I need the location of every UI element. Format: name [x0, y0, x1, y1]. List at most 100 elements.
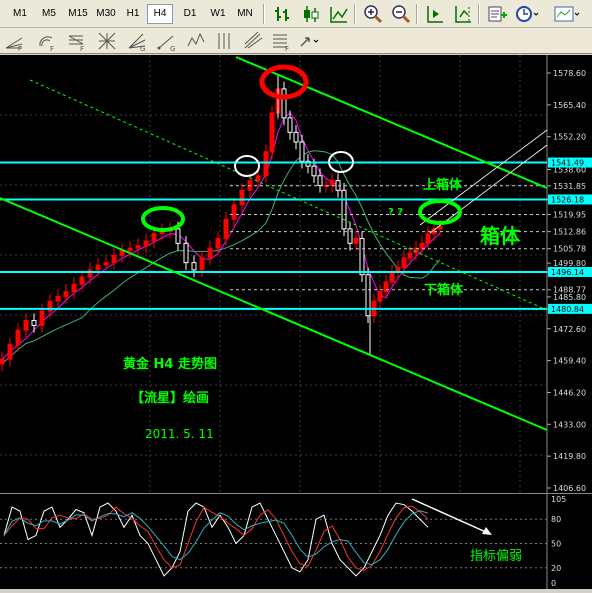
candle-body[interactable] [103, 262, 109, 266]
fibonacci-arcs-icon[interactable]: F [36, 30, 58, 53]
price-tick-label: 1485.80 [553, 293, 586, 302]
candle-body[interactable] [175, 228, 181, 244]
timeframe-m5[interactable]: M5 [34, 4, 64, 24]
candle-body[interactable] [0, 358, 5, 365]
candle-body[interactable] [231, 204, 237, 220]
zoom-out-icon[interactable] [390, 3, 412, 25]
chart-shift-icon[interactable] [452, 3, 474, 25]
candle-body[interactable] [127, 247, 133, 252]
candle-body[interactable] [71, 283, 77, 293]
candle-body[interactable] [223, 218, 229, 240]
candlestick-chart-icon[interactable] [300, 3, 322, 25]
price-level-tag-label: 1480.84 [551, 305, 584, 314]
price-tick-label: 1552.20 [553, 133, 586, 142]
candle-body[interactable] [347, 228, 353, 244]
candle-body[interactable] [55, 295, 61, 302]
timeframe-m15[interactable]: M15 [64, 4, 92, 24]
timeframe-mn[interactable]: MN [232, 4, 258, 24]
line-chart-icon[interactable] [328, 3, 350, 25]
candle-body[interactable] [425, 233, 431, 244]
oscillator-tick-label: 80 [551, 515, 561, 524]
candle-body[interactable] [183, 242, 189, 264]
timeframe-toolbar: M1 M5 M15 M30 H1 H4 D1 W1 MN [0, 0, 592, 28]
andrews-pitchfork-icon[interactable] [242, 30, 264, 52]
timeframe-h4[interactable]: H4 [147, 4, 173, 24]
price-tick-label: 1512.86 [553, 228, 586, 237]
price-tick-label: 1472.60 [553, 325, 586, 334]
candle-body[interactable] [299, 141, 305, 162]
cycle-lines-icon[interactable] [214, 30, 236, 52]
price-level-tag-label: 1541.49 [551, 159, 584, 168]
annotation-upper-box: 上箱体 [423, 177, 463, 193]
candle-body[interactable] [15, 329, 21, 346]
candle-body[interactable] [293, 131, 299, 143]
candle-body[interactable] [287, 117, 293, 133]
gann-fan-icon[interactable]: G [126, 30, 148, 53]
zoom-in-icon[interactable] [362, 3, 384, 25]
oscillator-tick-label: 0 [551, 579, 556, 588]
oscillator-tick-label: 105 [551, 495, 566, 504]
candle-body[interactable] [255, 175, 261, 182]
gann-line-icon[interactable]: G [156, 30, 178, 53]
candle-body[interactable] [269, 112, 275, 153]
candle-body[interactable] [263, 151, 269, 177]
candle-body[interactable] [143, 240, 149, 247]
candle-body[interactable] [401, 257, 407, 268]
candle-body[interactable] [191, 262, 197, 271]
candle-body[interactable] [39, 310, 45, 326]
candle-body[interactable] [359, 238, 365, 276]
fibonacci-expansion-icon[interactable]: F [66, 30, 88, 53]
price-tick-label: 1505.78 [553, 245, 586, 254]
candle-body[interactable] [377, 291, 383, 302]
fibonacci-retracement-icon[interactable]: F [270, 30, 292, 53]
candle-body[interactable] [79, 276, 85, 285]
candle-body[interactable] [389, 271, 395, 283]
candle-body[interactable] [7, 344, 13, 360]
auto-scroll-icon[interactable] [424, 3, 446, 25]
candle-body[interactable] [329, 180, 335, 186]
indicators-list-icon[interactable] [486, 3, 508, 25]
bar-chart-icon[interactable] [272, 3, 294, 25]
candle-body[interactable] [111, 254, 117, 264]
timeframe-m30[interactable]: M30 [92, 4, 120, 24]
toolbar-separator [354, 4, 356, 24]
timeframe-w1[interactable]: W1 [204, 4, 232, 24]
candle-body[interactable] [31, 320, 37, 326]
candle-body[interactable] [207, 247, 213, 259]
timeframe-m1[interactable]: M1 [6, 4, 34, 24]
candle-body[interactable] [199, 257, 205, 271]
candle-body[interactable] [311, 165, 317, 177]
candle-body[interactable] [341, 189, 347, 230]
elliott-wave-icon[interactable] [186, 30, 208, 52]
annotation-indicator-weak: 指标偏弱 [470, 549, 522, 564]
oscillator-tick-label: 20 [551, 564, 561, 573]
candle-body[interactable] [23, 320, 29, 331]
price-chart[interactable]: 上箱体 箱体 下箱体 ? ? 黄金 H4 走势图 【流星】绘画 2011. 5. 11 15… [0, 55, 592, 493]
timeframe-h1[interactable]: H1 [120, 4, 146, 24]
candle-body[interactable] [353, 238, 359, 244]
candle-body[interactable] [151, 233, 157, 242]
timeframe-d1[interactable]: D1 [176, 4, 204, 24]
candle-body[interactable] [407, 252, 413, 259]
price-level-tag-label: 1496.14 [551, 268, 584, 277]
annotation-question: ? ? [388, 207, 403, 218]
svg-text:G: G [170, 45, 175, 52]
annotation-lower-box: 下箱体 [424, 282, 464, 298]
oscillator-chart[interactable]: 指标偏弱 105 80 50 20 0 [0, 493, 592, 589]
price-level-tag-label: 1526.18 [551, 195, 584, 204]
candle-body[interactable] [95, 264, 101, 271]
toolbar-separator [416, 4, 418, 24]
periodicity-icon[interactable] [514, 3, 540, 25]
candle-body[interactable] [281, 88, 287, 119]
svg-text:F: F [285, 45, 289, 52]
candle-body[interactable] [63, 291, 69, 297]
fibonacci-fan-icon[interactable]: F [4, 30, 26, 53]
gann-grid-icon[interactable] [96, 30, 118, 52]
candle-body[interactable] [317, 175, 323, 186]
candle-body[interactable] [215, 238, 221, 249]
templates-icon[interactable] [552, 3, 582, 25]
candle-body[interactable] [239, 189, 245, 206]
candle-body[interactable] [135, 245, 141, 249]
candle-body[interactable] [419, 242, 425, 249]
arrows-icon[interactable] [298, 30, 324, 52]
